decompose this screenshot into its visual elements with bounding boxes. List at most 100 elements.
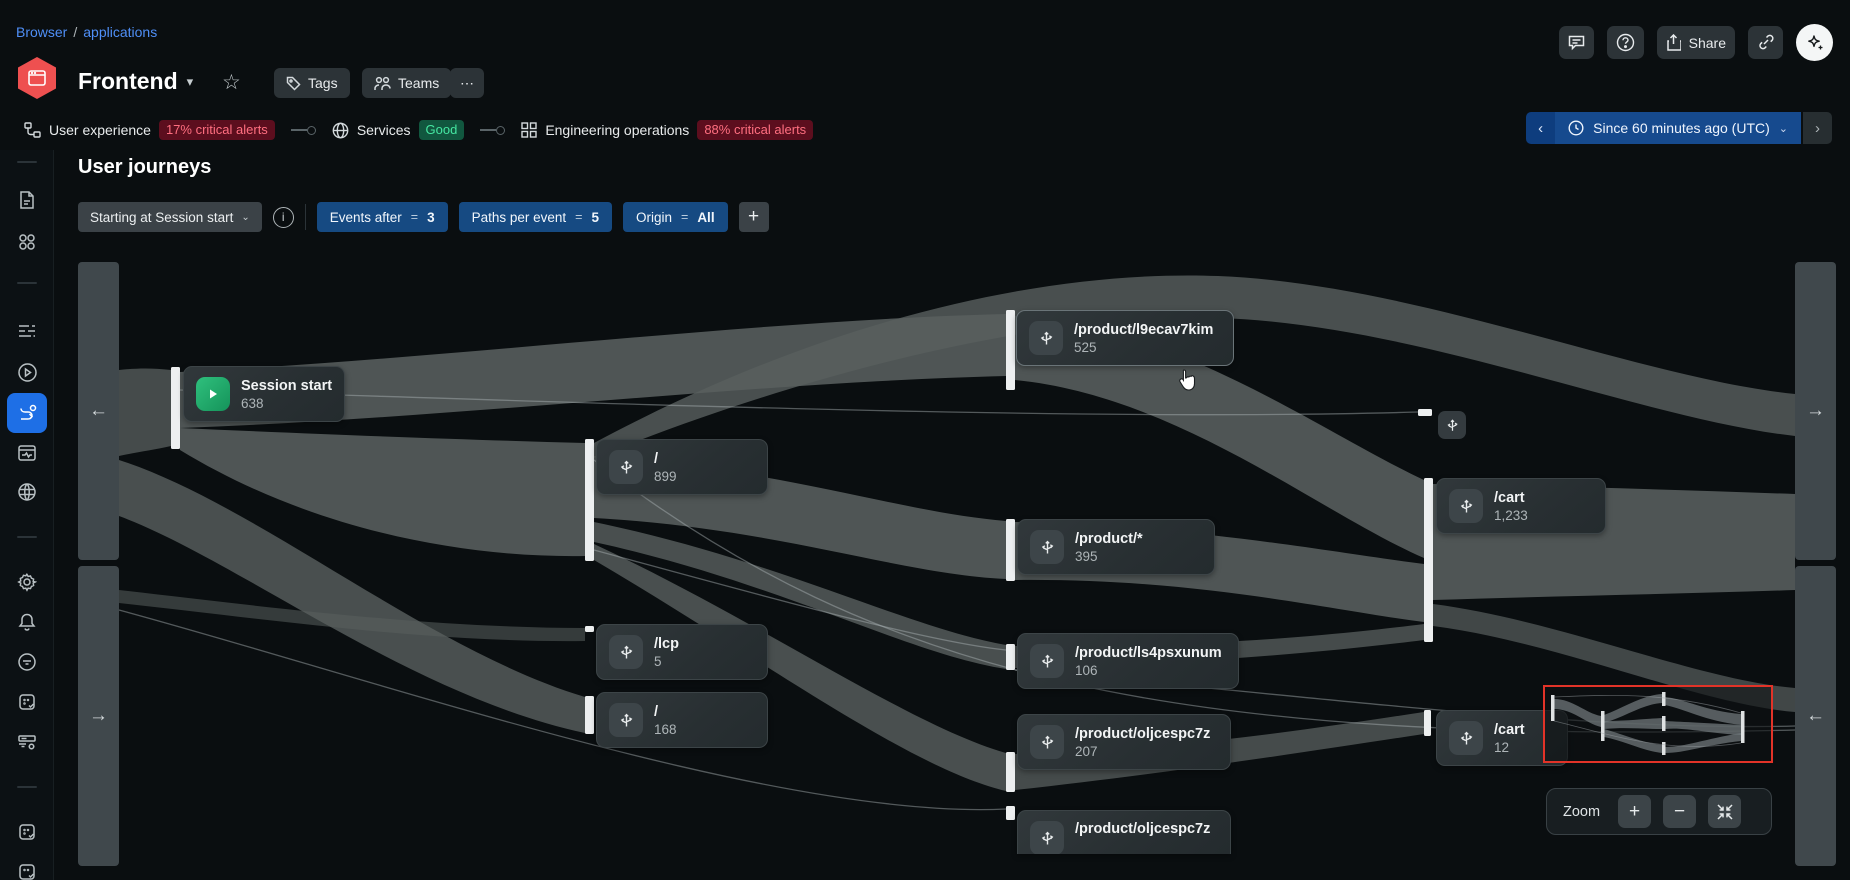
app-title-label: Frontend	[78, 68, 178, 95]
more-actions-button[interactable]: ⋯	[450, 68, 484, 98]
time-back-button[interactable]: ‹	[1526, 112, 1555, 144]
tag-icon	[286, 76, 301, 91]
nav-checklist-icon[interactable]	[7, 682, 47, 722]
help-button[interactable]	[1607, 26, 1644, 59]
teams-icon	[374, 76, 391, 91]
node-cart-1233[interactable]: /cart 1,233	[1436, 478, 1606, 534]
status-label: Services	[357, 122, 411, 138]
filter-events-after[interactable]: Events after = 3	[317, 202, 448, 232]
filter-origin[interactable]: Origin = All	[623, 202, 728, 232]
node-session-start[interactable]: Session start 638	[183, 366, 345, 422]
time-picker: ‹ Since 60 minutes ago (UTC) ⌄ ›	[1526, 112, 1832, 144]
nav-divider	[17, 161, 37, 163]
share-button[interactable]: Share	[1657, 26, 1735, 59]
time-range-button[interactable]: Since 60 minutes ago (UTC) ⌄	[1555, 112, 1801, 144]
filter-value: 3	[427, 210, 435, 225]
node-product-l9ecav7kim[interactable]: /product/l9ecav7kim 525	[1016, 310, 1234, 366]
prev-step-column: ←	[78, 262, 119, 560]
sankey-flows	[78, 260, 1836, 866]
node-value: 168	[654, 722, 677, 737]
scroll-left-arrow[interactable]: ←	[89, 400, 108, 422]
branch-icon	[609, 450, 643, 484]
status-segment-user-experience[interactable]: User experience 17% critical alerts	[24, 120, 275, 140]
user-journeys-sankey: ← → → ← Session start 638 / 899	[78, 260, 1836, 866]
comment-icon	[1568, 35, 1585, 51]
node-title: /product/oljcespc7z	[1075, 821, 1210, 837]
scroll-right-arrow[interactable]: →	[1806, 400, 1825, 422]
tags-button[interactable]: Tags	[274, 68, 350, 98]
nav-apps-icon[interactable]	[7, 222, 47, 262]
next-step-column: →	[1795, 262, 1836, 560]
nav-alerts-icon[interactable]	[7, 602, 47, 642]
breadcrumb-link-applications[interactable]: applications	[83, 24, 157, 40]
status-segment-services[interactable]: Services Good	[332, 120, 465, 140]
starting-at-dropdown[interactable]: Starting at Session start ⌄	[78, 202, 262, 232]
breadcrumb-link-browser[interactable]: Browser	[16, 24, 67, 40]
node-lcp[interactable]: /lcp 5	[596, 624, 768, 680]
starting-at-label: Starting at Session start	[90, 210, 233, 225]
feedback-button[interactable]	[1559, 26, 1594, 59]
globe-icon	[332, 122, 349, 139]
branch-icon	[1449, 489, 1483, 523]
node-product-ls4psxunum[interactable]: /product/ls4psxunum 106	[1017, 633, 1239, 689]
node-value: 638	[241, 396, 332, 411]
ai-assistant-button[interactable]	[1796, 24, 1833, 61]
node-title: Session start	[241, 378, 332, 394]
teams-button[interactable]: Teams	[362, 68, 451, 98]
nav-data-config-icon[interactable]	[7, 722, 47, 762]
filter-paths-per-event[interactable]: Paths per event = 5	[459, 202, 612, 232]
scroll-left-arrow[interactable]: ←	[1806, 705, 1825, 727]
nav-muted-status-icon[interactable]	[7, 642, 47, 682]
node-product-oljcespc7z-207[interactable]: /product/oljcespc7z 207	[1017, 714, 1231, 770]
node-bar	[1006, 806, 1015, 820]
nav-tasks-icon[interactable]	[7, 812, 47, 852]
node-title: /product/ls4psxunum	[1075, 645, 1222, 661]
nav-documents-icon[interactable]	[7, 180, 47, 220]
copy-link-button[interactable]	[1748, 26, 1783, 59]
node-collapsed-branch[interactable]	[1438, 411, 1466, 439]
nav-user-journeys-icon[interactable]	[7, 393, 47, 433]
branch-icon	[1030, 644, 1064, 678]
node-product-star[interactable]: /product/* 395	[1017, 519, 1215, 575]
node-value: 1,233	[1494, 508, 1528, 523]
info-icon[interactable]: i	[273, 207, 294, 228]
sparkle-icon	[1805, 33, 1825, 53]
scroll-right-arrow[interactable]: →	[89, 705, 108, 727]
nav-browser-monitoring-icon[interactable]	[7, 433, 47, 473]
node-bar	[585, 439, 594, 561]
app-title[interactable]: Frontend ▾	[78, 68, 193, 95]
node-home-899[interactable]: / 899	[596, 439, 768, 495]
sankey-minimap[interactable]	[1543, 685, 1773, 763]
zoom-fit-button[interactable]	[1708, 795, 1741, 828]
nav-tasks-secondary-icon[interactable]	[7, 852, 47, 880]
teams-button-label: Teams	[398, 75, 439, 91]
node-title: /product/oljcespc7z	[1075, 726, 1210, 742]
status-segment-engineering-operations[interactable]: Engineering operations 88% critical aler…	[521, 120, 813, 140]
session-start-play-icon	[196, 377, 230, 411]
prev-step-column: →	[78, 566, 119, 866]
branch-icon	[609, 703, 643, 737]
add-filter-button[interactable]: +	[739, 202, 769, 232]
status-badge: 88% critical alerts	[697, 120, 813, 140]
node-value: 525	[1074, 340, 1213, 355]
grid-icon	[521, 122, 537, 138]
node-value: 5	[654, 654, 679, 669]
nav-globe-icon[interactable]	[7, 472, 47, 512]
favorite-star-icon[interactable]: ☆	[222, 70, 241, 95]
status-connector	[480, 126, 505, 135]
zoom-out-button[interactable]: −	[1663, 795, 1696, 828]
app-logo-browser-icon	[18, 57, 56, 99]
node-product-oljcespc7z-clipped[interactable]: /product/oljcespc7z	[1017, 810, 1231, 854]
nav-session-replay-icon[interactable]	[7, 352, 47, 392]
filter-name: Paths per event	[472, 210, 567, 225]
zoom-in-button[interactable]: +	[1618, 795, 1651, 828]
filter-bar: Starting at Session start ⌄ i Events aft…	[78, 202, 769, 232]
nav-logs-icon[interactable]	[7, 311, 47, 351]
node-value: 207	[1075, 744, 1210, 759]
nav-settings-icon[interactable]	[7, 562, 47, 602]
node-bar	[171, 367, 180, 449]
branch-icon	[1445, 418, 1460, 433]
node-home-168[interactable]: / 168	[596, 692, 768, 748]
time-forward-button[interactable]: ›	[1803, 112, 1832, 144]
node-value: 12	[1494, 740, 1525, 755]
